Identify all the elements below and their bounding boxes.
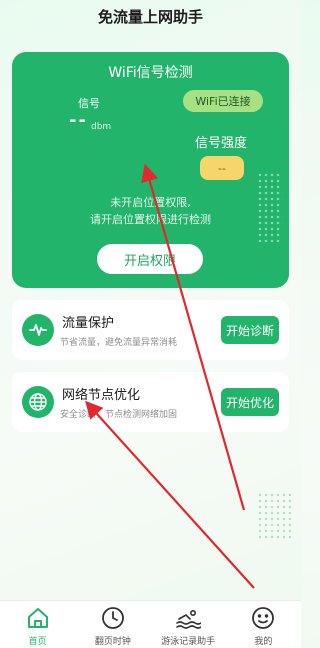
nav-item-flip-clock[interactable]: 翻页时钟 [75, 601, 150, 648]
signal-unit: dbm [91, 122, 112, 132]
start-optimize-button[interactable]: 开始优化 [221, 388, 279, 416]
signal-card-title: WiFi信号检测 [108, 65, 193, 81]
start-diagnosis-button[interactable]: 开始诊断 [221, 316, 279, 344]
feature-desc: 节省流量，避免流量异常消耗 [60, 338, 178, 348]
nav-item-swim-record[interactable]: 游泳记录助手 [151, 601, 226, 648]
open-permission-button[interactable]: 开启权限 [97, 244, 203, 274]
wifi-status-badge: WiFi已连接 [183, 90, 263, 112]
swimmer-icon [175, 605, 202, 631]
home-icon [25, 605, 51, 631]
permission-notice: 未开启位置权限, 请开启位置权限进行检测 [12, 194, 289, 228]
nav-label: 游泳记录助手 [161, 637, 216, 647]
feature-title: 网络节点优化 [62, 388, 141, 403]
feature-desc: 安全诊断，节点检测网络加固 [60, 410, 178, 420]
face-icon [250, 605, 276, 631]
feature-title: 流量保护 [62, 316, 115, 331]
bottom-navigation: 首页 翻页时钟 游泳记录助手 我的 [0, 600, 301, 648]
wifi-signal-card: WiFi信号检测 信号 WiFi已连接 -- dbm 信号强度 -- 未开启位置… [12, 52, 289, 288]
decorative-dots [257, 492, 291, 540]
signal-strength-label: 信号强度 [195, 136, 248, 151]
nav-label: 我的 [254, 637, 273, 647]
permission-notice-line1: 未开启位置权限, [110, 196, 191, 209]
page-title: 免流量上网助手 [97, 7, 203, 26]
signal-label: 信号 [78, 97, 100, 110]
network-node-card: 网络节点优化 安全诊断，节点检测网络加固 开始优化 [12, 372, 289, 432]
traffic-protection-card: 流量保护 节省流量，避免流量异常消耗 开始诊断 [12, 300, 289, 360]
nav-label: 首页 [28, 637, 47, 647]
signal-strength-value: -- [200, 156, 244, 180]
nav-item-home[interactable]: 首页 [0, 601, 75, 648]
pulse-icon [22, 314, 54, 346]
globe-icon [22, 386, 54, 418]
signal-value: -- [69, 110, 88, 131]
nav-item-mine[interactable]: 我的 [226, 601, 301, 648]
permission-notice-line2: 请开启位置权限进行检测 [90, 213, 211, 226]
nav-label: 翻页时钟 [94, 637, 131, 647]
clock-icon [100, 605, 126, 631]
